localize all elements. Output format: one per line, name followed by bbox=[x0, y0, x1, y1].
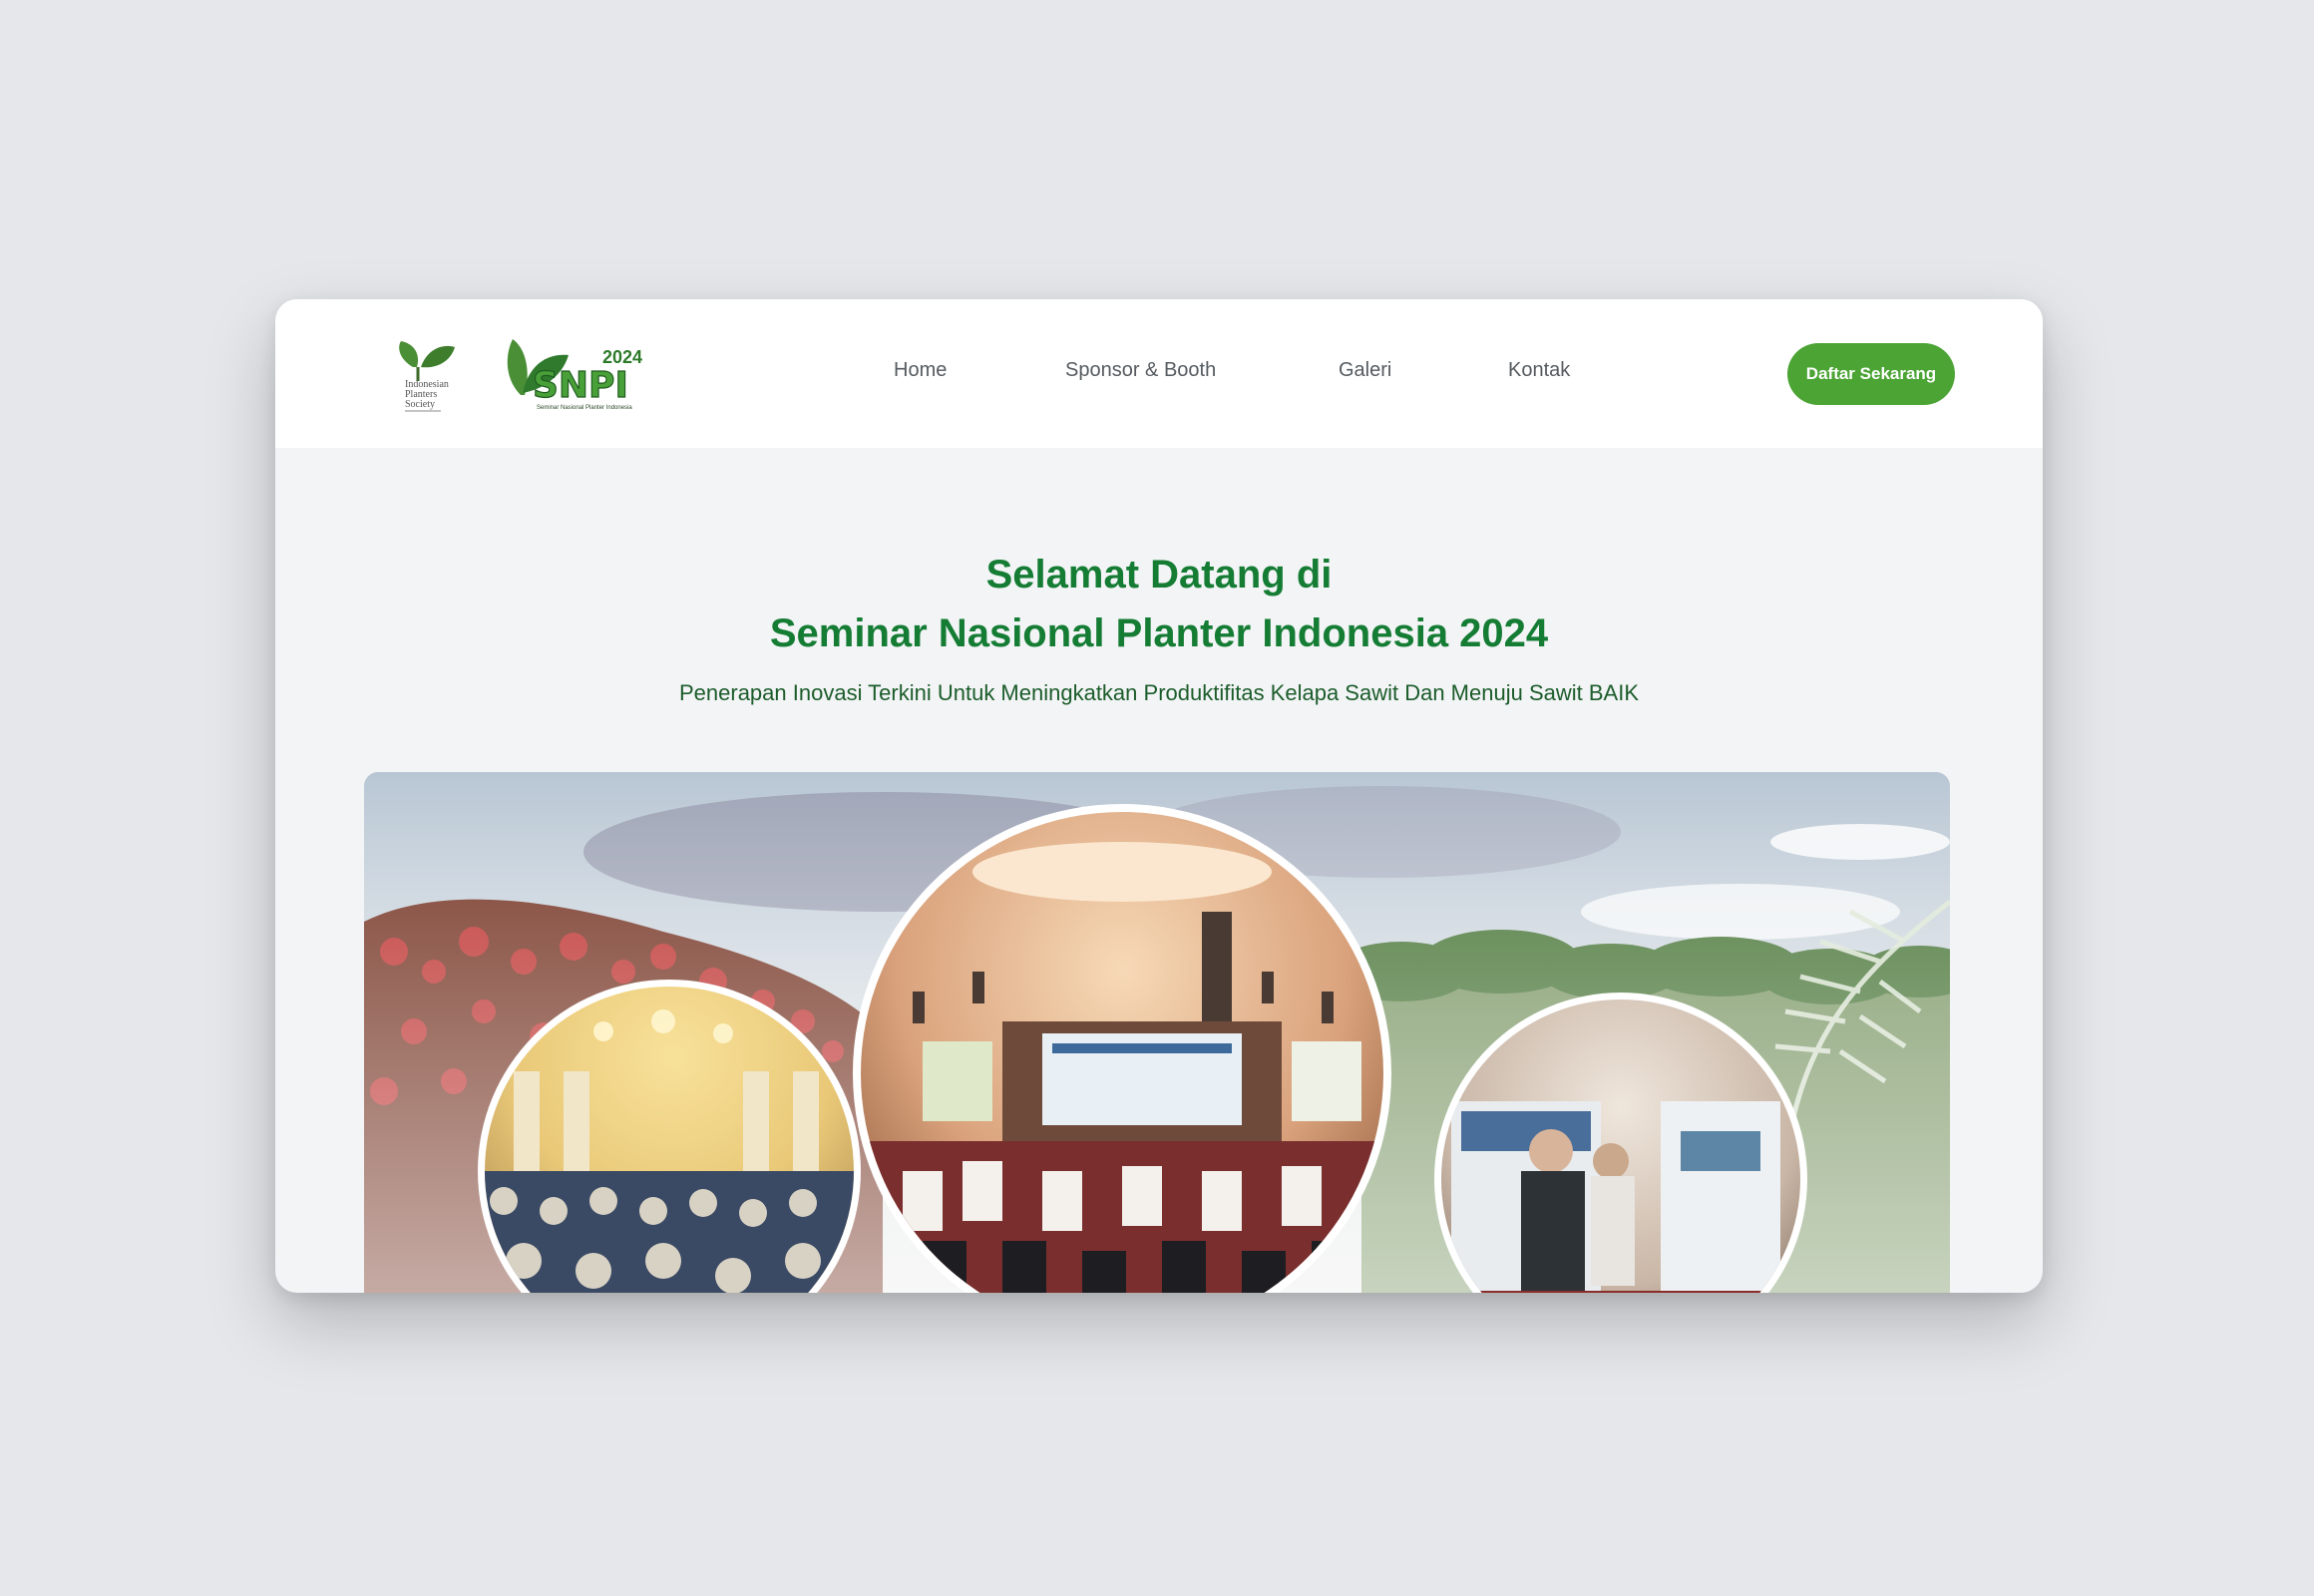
snpi-year: 2024 bbox=[602, 347, 642, 367]
hero-title-line2: Seminar Nasional Planter Indonesia 2024 bbox=[769, 611, 1549, 655]
nav-sponsor-booth[interactable]: Sponsor & Booth bbox=[1065, 359, 1216, 382]
snpi-caption: Seminar Nasional Planter Indonesia bbox=[537, 405, 632, 411]
nav-galeri[interactable]: Galeri bbox=[1339, 359, 1391, 382]
ips-logo-line3: Society bbox=[405, 399, 435, 410]
hero-banner bbox=[364, 772, 1950, 1293]
hero-subtitle: Penerapan Inovasi Terkini Untuk Meningka… bbox=[678, 680, 1639, 705]
nav-kontak[interactable]: Kontak bbox=[1508, 359, 1570, 382]
register-now-button[interactable]: Daftar Sekarang bbox=[1787, 343, 1955, 405]
banner-collage-image bbox=[364, 772, 1950, 1293]
snpi-word: SNPI bbox=[533, 365, 628, 406]
nav-home[interactable]: Home bbox=[894, 359, 947, 382]
browser-window: Indonesian Planters Society 2024 SNPI Se… bbox=[275, 299, 2043, 1293]
hero-title-line1: Selamat Datang di bbox=[985, 553, 1333, 597]
navbar: Indonesian Planters Society 2024 SNPI Se… bbox=[275, 299, 2043, 448]
snpi-logo[interactable]: 2024 SNPI Seminar Nasional Planter Indon… bbox=[503, 335, 652, 415]
ips-logo[interactable]: Indonesian Planters Society bbox=[391, 335, 471, 415]
